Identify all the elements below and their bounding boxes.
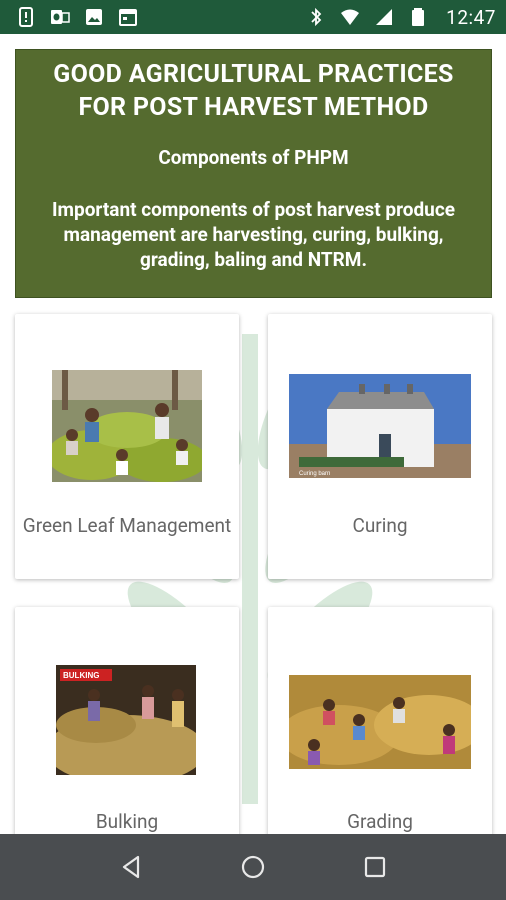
bluetooth-icon [306, 7, 326, 27]
section-subtitle: Components of PHPM [158, 146, 349, 169]
card-bulking[interactable]: BULKING Bulking [15, 607, 239, 834]
calendar-icon [118, 7, 138, 27]
main-content[interactable]: GOOD AGRICULTURAL PRACTICES FOR POST HAR… [0, 34, 506, 834]
card-label: Curing [352, 514, 408, 537]
home-circle-icon [241, 855, 265, 879]
card-label: Bulking [95, 810, 159, 833]
card-grading[interactable]: Grading [268, 607, 492, 834]
signal-icon [374, 7, 394, 27]
navigation-bar [0, 834, 506, 900]
bulking-photo: BULKING [56, 665, 196, 775]
recents-button[interactable] [355, 847, 395, 887]
grading-photo [289, 675, 471, 769]
recents-square-icon [364, 856, 386, 878]
phone-alert-icon [16, 7, 36, 27]
card-label: Grading [347, 810, 413, 833]
green-leaf-photo [52, 370, 202, 482]
wifi-icon [340, 7, 360, 27]
back-triangle-icon [122, 855, 140, 879]
status-clock: 12:47 [446, 5, 496, 29]
svg-text:Curing barn: Curing barn [299, 471, 330, 477]
card-label: Green Leaf Management [22, 514, 232, 537]
image-icon [84, 7, 104, 27]
section-description: Important components of post harvest pro… [52, 198, 455, 271]
battery-icon [408, 7, 428, 27]
header-card: GOOD AGRICULTURAL PRACTICES FOR POST HAR… [15, 49, 492, 298]
curing-barn-photo: Curing barn [289, 374, 471, 478]
svg-text:BULKING: BULKING [63, 671, 99, 680]
home-button[interactable] [233, 847, 273, 887]
page-title: GOOD AGRICULTURAL PRACTICES FOR POST HAR… [53, 60, 454, 122]
card-green-leaf-management[interactable]: Green Leaf Management [15, 314, 239, 579]
outlook-icon [50, 7, 70, 27]
status-bar: 12:47 [0, 0, 506, 34]
back-button[interactable] [111, 847, 151, 887]
card-curing[interactable]: Curing barn Curing [268, 314, 492, 579]
